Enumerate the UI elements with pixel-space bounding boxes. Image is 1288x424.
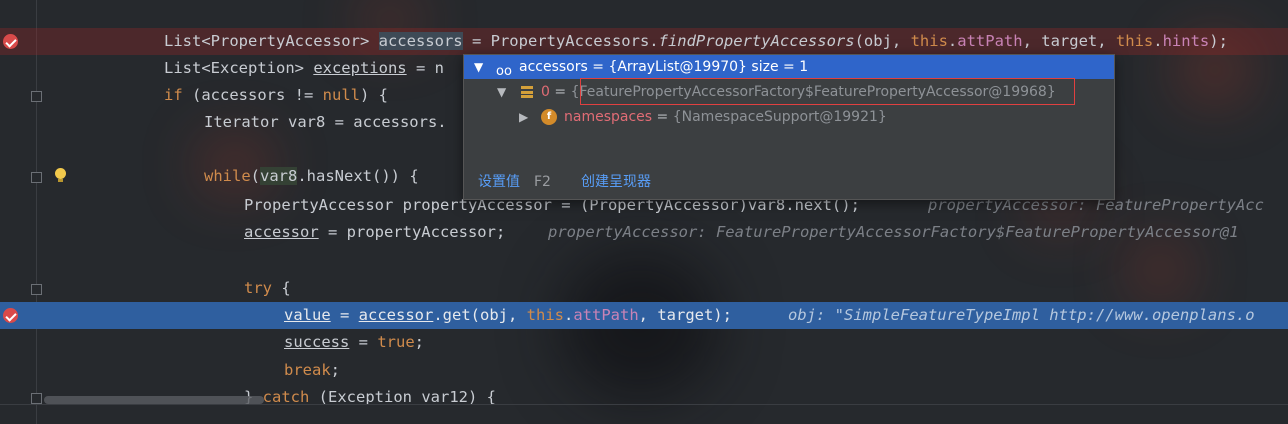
- variable-accessor[interactable]: accessor: [244, 223, 319, 241]
- set-value-link[interactable]: 设置值: [478, 169, 520, 195]
- highlight-annotation-box: [580, 78, 1075, 105]
- variable-success[interactable]: success: [284, 333, 349, 351]
- fold-icon[interactable]: [31, 91, 42, 102]
- breakpoint-icon[interactable]: [3, 34, 18, 49]
- code-line-10[interactable]: success = true;: [0, 329, 1288, 356]
- lightbulb-icon[interactable]: [55, 168, 66, 182]
- variable-exceptions[interactable]: exceptions: [313, 59, 406, 77]
- fold-icon[interactable]: [31, 284, 42, 295]
- chevron-down-icon[interactable]: ▼: [474, 55, 483, 79]
- breakpoint-icon[interactable]: [3, 308, 18, 323]
- create-renderer-link[interactable]: 创建呈现器: [581, 169, 651, 195]
- method-find-property-accessors: findPropertyAccessors: [658, 32, 855, 50]
- code-line-9-current-execution[interactable]: value = accessor.get(obj, this.attPath, …: [0, 302, 1288, 329]
- chevron-right-icon[interactable]: ▶: [519, 105, 528, 129]
- variable-accessor[interactable]: accessor: [359, 306, 434, 324]
- variable-value[interactable]: value: [284, 306, 331, 324]
- fold-icon[interactable]: [31, 393, 42, 404]
- fold-icon[interactable]: [31, 172, 42, 183]
- code-line-8[interactable]: try {: [0, 275, 1288, 302]
- set-value-shortcut: F2: [534, 174, 551, 190]
- code-line-1[interactable]: List<PropertyAccessor> accessors = Prope…: [0, 28, 1288, 55]
- variable-accessors[interactable]: accessors: [378, 32, 463, 50]
- horizontal-scrollbar[interactable]: [44, 396, 264, 404]
- code-line-11[interactable]: break;: [0, 357, 1288, 384]
- popup-actions: 设置值 F2 创建呈现器: [464, 169, 1114, 195]
- debugger-value-popup[interactable]: ▼ oo accessors = {ArrayList@19970} size …: [463, 54, 1115, 200]
- inline-value-hint: propertyAccessor: FeaturePropertyAccesso…: [548, 223, 1239, 241]
- chevron-down-icon[interactable]: ▼: [497, 80, 506, 104]
- code-line-7[interactable]: accessor = propertyAccessor; propertyAcc…: [0, 219, 1288, 246]
- field-icon: f: [541, 109, 557, 125]
- array-icon: [521, 86, 533, 98]
- tree-node-namespaces[interactable]: ▶ f namespaces = {NamespaceSupport@19921…: [464, 105, 1114, 129]
- horizontal-scrollbar-track: [0, 404, 1288, 405]
- inline-value-hint: obj: "SimpleFeatureTypeImpl http://www.o…: [788, 306, 1255, 324]
- tree-node-accessors[interactable]: ▼ oo accessors = {ArrayList@19970} size …: [464, 55, 1114, 79]
- variable-var8[interactable]: var8: [260, 167, 298, 185]
